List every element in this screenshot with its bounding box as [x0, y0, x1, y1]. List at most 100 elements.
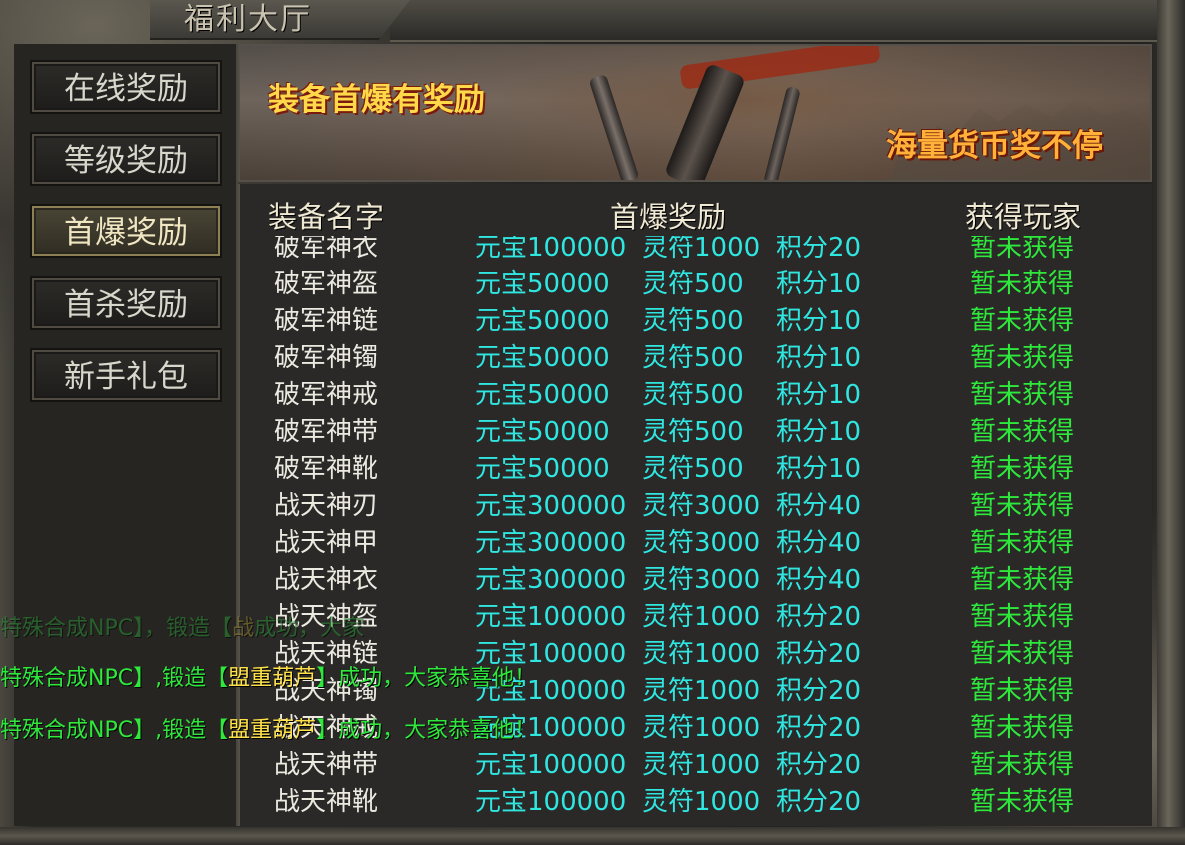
jifen-reward-cell: 积分10: [776, 269, 862, 299]
obtained-status-cell: 暂未获得: [970, 380, 1075, 410]
banner-subline: 海量货币奖不停: [886, 128, 1103, 164]
obtained-status-cell: 暂未获得: [970, 343, 1075, 373]
table-row[interactable]: 破军神镯 元宝50000 灵符500 积分10 暂未获得: [238, 340, 1152, 377]
jifen-reward-cell: 积分40: [776, 528, 862, 558]
top-strip: [390, 0, 1160, 42]
jifen-reward-cell: 积分20: [776, 639, 862, 669]
item-name-cell: 战天神靴: [274, 787, 379, 817]
chat-message: 特殊合成NPC】,锻造【盟重葫芦】成功，大家恭喜他！: [0, 712, 536, 744]
chat-item-name: 战: [232, 616, 255, 641]
obtained-status-cell: 暂未获得: [970, 236, 1075, 263]
yuanbao-reward-cell: 元宝50000: [475, 343, 610, 373]
jifen-reward-cell: 积分20: [776, 236, 862, 263]
yuanbao-reward-cell: 元宝50000: [475, 269, 610, 299]
yuanbao-reward-cell: 元宝50000: [475, 454, 610, 484]
lingfu-reward-cell: 灵符3000: [642, 565, 761, 595]
table-row[interactable]: 破军神戒 元宝50000 灵符500 积分10 暂未获得: [238, 377, 1152, 414]
table-row[interactable]: 破军神链 元宝50000 灵符500 积分10 暂未获得: [238, 303, 1152, 340]
table-row[interactable]: 战天神带 元宝100000 灵符1000 积分20 暂未获得: [238, 747, 1152, 784]
table-row[interactable]: 战天神刃 元宝300000 灵符3000 积分40 暂未获得: [238, 488, 1152, 525]
table-row[interactable]: 战天神衣 元宝300000 灵符3000 积分40 暂未获得: [238, 562, 1152, 599]
item-name-cell: 破军神衣: [274, 236, 379, 263]
chat-text: 成功，大家: [254, 616, 365, 641]
obtained-status-cell: 暂未获得: [970, 639, 1075, 669]
menu-level-reward-button[interactable]: 等级奖励: [30, 132, 222, 186]
lingfu-reward-cell: 灵符500: [642, 343, 744, 373]
lingfu-reward-cell: 灵符1000: [642, 236, 761, 263]
table-row[interactable]: 破军神靴 元宝50000 灵符500 积分10 暂未获得: [238, 451, 1152, 488]
item-name-cell: 破军神链: [274, 306, 379, 336]
chat-text: 】成功，大家恭喜他！: [316, 666, 537, 691]
yuanbao-reward-cell: 元宝100000: [475, 236, 627, 263]
lingfu-reward-cell: 灵符1000: [642, 639, 761, 669]
obtained-status-cell: 暂未获得: [970, 417, 1075, 447]
yuanbao-reward-cell: 元宝300000: [475, 528, 627, 558]
bottom-frame-edge: [0, 827, 1185, 845]
jifen-reward-cell: 积分10: [776, 343, 862, 373]
chat-message: 特殊合成NPC】，锻造【战成功，大家: [0, 610, 364, 642]
lingfu-reward-cell: 灵符500: [642, 454, 744, 484]
yuanbao-reward-cell: 元宝300000: [475, 491, 627, 521]
obtained-status-cell: 暂未获得: [970, 306, 1075, 336]
obtained-status-cell: 暂未获得: [970, 750, 1075, 780]
obtained-status-cell: 暂未获得: [970, 676, 1075, 706]
obtained-status-cell: 暂未获得: [970, 454, 1075, 484]
obtained-status-cell: 暂未获得: [970, 713, 1075, 743]
table-row[interactable]: 破军神衣 元宝100000 灵符1000 积分20 暂未获得: [238, 236, 1152, 267]
menu-online-reward-button[interactable]: 在线奖励: [30, 60, 222, 114]
yuanbao-reward-cell: 元宝300000: [475, 565, 627, 595]
lingfu-reward-cell: 灵符1000: [642, 787, 761, 817]
table-row[interactable]: 破军神带 元宝50000 灵符500 积分10 暂未获得: [238, 414, 1152, 451]
jifen-reward-cell: 积分10: [776, 380, 862, 410]
yuanbao-reward-cell: 元宝100000: [475, 787, 627, 817]
menu-first-drop-reward-button[interactable]: 首爆奖励: [30, 204, 222, 258]
obtained-status-cell: 暂未获得: [970, 602, 1075, 632]
header-first-drop-reward: 首爆奖励: [610, 200, 727, 234]
banner-headline: 装备首爆有奖励: [268, 82, 485, 118]
yuanbao-reward-cell: 元宝50000: [475, 306, 610, 336]
lingfu-reward-cell: 灵符500: [642, 417, 744, 447]
item-name-cell: 破军神镯: [274, 343, 379, 373]
table-row[interactable]: 破军神盔 元宝50000 灵符500 积分10 暂未获得: [238, 266, 1152, 303]
item-name-cell: 破军神靴: [274, 454, 379, 484]
jifen-reward-cell: 积分40: [776, 565, 862, 595]
header-obtained-player: 获得玩家: [965, 200, 1082, 234]
obtained-status-cell: 暂未获得: [970, 528, 1075, 558]
yuanbao-reward-cell: 元宝50000: [475, 417, 610, 447]
chat-text: 特殊合成NPC】,锻造【: [0, 666, 229, 691]
item-name-cell: 破军神盔: [274, 269, 379, 299]
chat-message: 特殊合成NPC】,锻造【盟重葫芦】成功，大家恭喜他！: [0, 660, 536, 692]
table-row[interactable]: 战天神靴 元宝100000 灵符1000 积分20 暂未获得: [238, 784, 1152, 820]
table-row[interactable]: 战天神甲 元宝300000 灵符3000 积分40 暂未获得: [238, 525, 1152, 562]
lingfu-reward-cell: 灵符500: [642, 306, 744, 336]
lingfu-reward-cell: 灵符500: [642, 380, 744, 410]
lingfu-reward-cell: 灵符1000: [642, 602, 761, 632]
header-item-name: 装备名字: [268, 200, 385, 234]
item-name-cell: 战天神刃: [274, 491, 379, 521]
item-name-cell: 战天神甲: [274, 528, 379, 558]
item-name-cell: 战天神带: [274, 750, 379, 780]
yuanbao-reward-cell: 元宝50000: [475, 380, 610, 410]
lingfu-reward-cell: 灵符500: [642, 269, 744, 299]
lingfu-reward-cell: 灵符1000: [642, 713, 761, 743]
lingfu-reward-cell: 灵符3000: [642, 528, 761, 558]
jifen-reward-cell: 积分10: [776, 454, 862, 484]
jifen-reward-cell: 积分20: [776, 787, 862, 817]
jifen-reward-cell: 积分20: [776, 713, 862, 743]
item-name-cell: 破军神戒: [274, 380, 379, 410]
table-row[interactable]: 战天神盔 元宝100000 灵符1000 积分20 暂未获得: [238, 599, 1152, 636]
jifen-reward-cell: 积分10: [776, 417, 862, 447]
obtained-status-cell: 暂未获得: [970, 269, 1075, 299]
yuanbao-reward-cell: 元宝100000: [475, 750, 627, 780]
menu-newbie-gift-button[interactable]: 新手礼包: [30, 348, 222, 402]
chat-text: 特殊合成NPC】,锻造【: [0, 718, 229, 743]
jifen-reward-cell: 积分10: [776, 306, 862, 336]
lingfu-reward-cell: 灵符1000: [642, 750, 761, 780]
obtained-status-cell: 暂未获得: [970, 565, 1075, 595]
menu-first-kill-reward-button[interactable]: 首杀奖励: [30, 276, 222, 330]
chat-item-name: 盟重葫芦: [228, 666, 317, 691]
promo-banner: 装备首爆有奖励 海量货币奖不停: [238, 44, 1152, 182]
obtained-status-cell: 暂未获得: [970, 491, 1075, 521]
obtained-status-cell: 暂未获得: [970, 787, 1075, 817]
chat-text: 特殊合成NPC】，锻造【: [0, 616, 233, 641]
